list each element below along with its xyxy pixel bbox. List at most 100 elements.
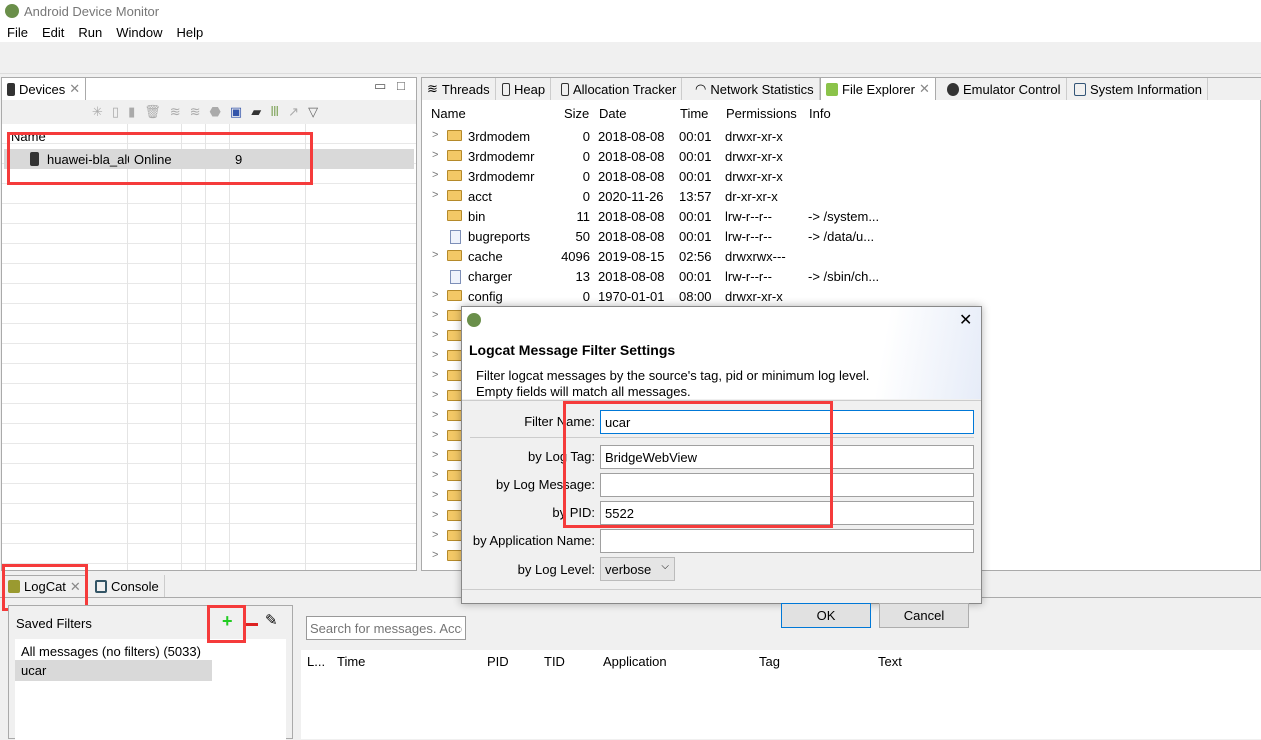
file-info: -> /sbin/ch... xyxy=(808,269,880,284)
file-name: acct xyxy=(468,189,492,204)
cancel-button[interactable]: Cancel xyxy=(879,603,969,628)
opengl-icon[interactable]: ↗ xyxy=(288,104,308,119)
file-time: 00:01 xyxy=(679,209,712,224)
tab-threads[interactable]: ≋ Threads xyxy=(422,78,496,100)
file-row[interactable]: > acct 0 2020-11-26 13:57 dr-xr-xr-x xyxy=(422,186,1260,206)
file-row[interactable]: > config 0 1970-01-01 08:00 drwxr-xr-x xyxy=(422,286,1260,306)
menu-edit[interactable]: Edit xyxy=(35,22,71,42)
close-dialog-button[interactable]: ✕ xyxy=(959,310,972,330)
tab-emulator-control[interactable]: Emulator Control xyxy=(942,78,1067,100)
view-menu-icon[interactable]: ▽ xyxy=(308,104,327,119)
file-row[interactable]: bin 11 2018-08-08 00:01 lrw-r--r-- -> /system… xyxy=(422,206,1260,226)
col-permissions[interactable]: Permissions xyxy=(726,106,797,121)
expand-arrow-icon[interactable]: > xyxy=(432,509,438,521)
expand-arrow-icon[interactable]: > xyxy=(432,349,438,361)
threads-icon[interactable]: ≋ xyxy=(170,104,190,119)
remove-filter-icon[interactable] xyxy=(246,623,258,626)
menu-help[interactable]: Help xyxy=(169,22,210,42)
expand-arrow-icon[interactable]: > xyxy=(432,189,438,201)
expand-arrow-icon[interactable]: > xyxy=(432,469,438,481)
minimize-icon[interactable]: ▭ xyxy=(374,78,386,94)
expand-arrow-icon[interactable]: > xyxy=(432,309,438,321)
expand-arrow-icon[interactable]: > xyxy=(432,129,438,141)
saved-filters-label: Saved Filters xyxy=(16,616,92,631)
tab-system-information[interactable]: System Information xyxy=(1069,78,1208,100)
expand-arrow-icon[interactable]: > xyxy=(432,329,438,341)
heap-icon xyxy=(502,82,510,96)
title-bar: Android Device Monitor xyxy=(0,0,1261,22)
tab-devices[interactable]: Devices ✕ xyxy=(2,78,87,100)
menu-window[interactable]: Window xyxy=(109,22,169,42)
menu-file[interactable]: File xyxy=(0,22,35,42)
file-row[interactable]: charger 13 2018-08-08 00:01 lrw-r--r-- -> /sb… xyxy=(422,266,1260,286)
tab-console[interactable]: Console xyxy=(90,575,165,597)
expand-arrow-icon[interactable]: > xyxy=(432,429,438,441)
ok-button[interactable]: OK xyxy=(781,603,871,628)
edit-filter-icon[interactable]: ✎ xyxy=(265,611,278,629)
tab-network-statistics[interactable]: ◠ Network Statistics xyxy=(690,78,820,100)
expand-arrow-icon[interactable]: > xyxy=(432,529,438,541)
col-time[interactable]: Time xyxy=(680,106,708,121)
file-size: 11 xyxy=(576,209,591,224)
expand-arrow-icon[interactable]: > xyxy=(432,169,438,181)
col-date[interactable]: Date xyxy=(599,106,626,121)
screenshot-icon[interactable]: ▣ xyxy=(230,104,251,119)
file-row[interactable]: > cache 4096 2019-08-15 02:56 drwxrwx--- xyxy=(422,246,1260,266)
folder-icon xyxy=(447,470,462,481)
trace-icon[interactable]: ≋ xyxy=(190,104,210,119)
gc-icon[interactable]: 🗑 xyxy=(144,104,170,119)
filter-item-all[interactable]: All messages (no filters) (5033) xyxy=(21,644,201,659)
col-time[interactable]: Time xyxy=(337,654,365,669)
log-level-select[interactable]: verbose ⌵ xyxy=(600,557,675,581)
expand-arrow-icon[interactable]: > xyxy=(432,549,438,561)
menu-run[interactable]: Run xyxy=(71,22,109,42)
expand-arrow-icon[interactable]: > xyxy=(432,149,438,161)
col-info[interactable]: Info xyxy=(809,106,831,121)
highlight-box xyxy=(2,564,88,611)
dump-view-icon[interactable]: ▰ xyxy=(251,104,270,119)
file-row[interactable]: bugreports 50 2018-08-08 00:01 lrw-r--r-- -> … xyxy=(422,226,1260,246)
tab-allocation-tracker[interactable]: Allocation Tracker xyxy=(556,78,683,100)
stop-icon[interactable]: ⬣ xyxy=(210,104,230,119)
file-time: 08:00 xyxy=(679,289,712,304)
file-date: 2018-08-08 xyxy=(598,209,665,224)
col-pid[interactable]: PID xyxy=(487,654,509,669)
file-date: 2018-08-08 xyxy=(598,269,665,284)
tab-heap[interactable]: Heap xyxy=(497,78,552,100)
heap-icon[interactable]: ▯ xyxy=(112,104,128,119)
application-name-input[interactable] xyxy=(600,529,974,553)
expand-arrow-icon[interactable]: > xyxy=(432,409,438,421)
debug-icon[interactable]: ✳ xyxy=(92,104,112,119)
col-text[interactable]: Text xyxy=(878,654,902,669)
col-size[interactable]: Size xyxy=(564,106,589,121)
android-icon xyxy=(826,82,838,96)
dialog-header: ✕ Logcat Message Filter Settings Filter … xyxy=(462,307,981,399)
col-level[interactable]: L... xyxy=(307,654,325,669)
file-date: 2018-08-08 xyxy=(598,129,665,144)
expand-arrow-icon[interactable]: > xyxy=(432,389,438,401)
file-size: 0 xyxy=(582,189,590,204)
col-tid[interactable]: TID xyxy=(544,654,565,669)
file-date: 2019-08-15 xyxy=(598,249,665,264)
expand-arrow-icon[interactable]: > xyxy=(432,369,438,381)
file-row[interactable]: >3rdmodemr 0 2018-08-08 00:01 drwxr-xr-x xyxy=(422,166,1260,186)
col-name[interactable]: Name xyxy=(431,106,466,121)
expand-arrow-icon[interactable]: > xyxy=(432,249,438,261)
filter-item-ucar[interactable]: ucar xyxy=(15,660,212,681)
col-tag[interactable]: Tag xyxy=(759,654,780,669)
expand-arrow-icon[interactable]: > xyxy=(432,489,438,501)
file-time: 00:01 xyxy=(679,149,712,164)
expand-arrow-icon[interactable]: > xyxy=(432,289,438,301)
col-application[interactable]: Application xyxy=(603,654,667,669)
maximize-icon[interactable]: □ xyxy=(397,78,405,93)
file-row[interactable]: >3rdmodem 0 2018-08-08 00:01 drwxr-xr-x xyxy=(422,126,1260,146)
close-icon[interactable]: ✕ xyxy=(69,81,80,97)
search-messages-input[interactable] xyxy=(306,616,466,640)
tab-file-explorer[interactable]: File Explorer ✕ xyxy=(820,78,936,100)
close-icon[interactable]: ✕ xyxy=(919,81,930,97)
systrace-icon[interactable]: Ⅲ xyxy=(270,104,288,119)
wifi-icon: ◠ xyxy=(695,81,707,96)
expand-arrow-icon[interactable]: > xyxy=(432,449,438,461)
file-row[interactable]: >3rdmodemr 0 2018-08-08 00:01 drwxr-xr-x xyxy=(422,146,1260,166)
dump-hprof-icon[interactable]: ▮ xyxy=(128,104,144,119)
